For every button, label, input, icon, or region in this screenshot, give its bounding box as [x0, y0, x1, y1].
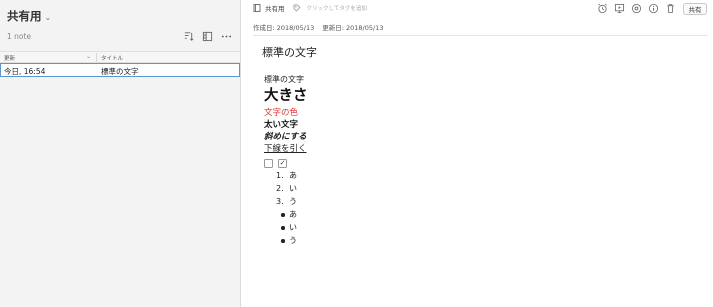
ordered-list: 1. あ 2. い 3. う	[264, 169, 564, 208]
note-notebook-label[interactable]: 共有用	[265, 3, 285, 13]
at-icon[interactable]	[631, 3, 642, 14]
list-item[interactable]: う	[264, 234, 564, 247]
list-item[interactable]: あ	[264, 208, 564, 221]
trash-icon[interactable]	[665, 3, 676, 14]
text-colored[interactable]: 文字の色	[264, 108, 564, 119]
text-italic[interactable]: 斜めにする	[264, 131, 564, 143]
list-item-text: い	[289, 223, 297, 232]
column-updated[interactable]: 更新	[4, 54, 15, 62]
list-item-text: う	[289, 197, 297, 206]
note-row-title: 標準の文字	[101, 66, 139, 76]
column-divider[interactable]	[96, 53, 97, 62]
created-date: 作成日: 2018/05/13	[253, 24, 315, 32]
chevron-down-icon: ⌄	[44, 12, 52, 22]
text-normal[interactable]: 標準の文字	[264, 75, 564, 85]
bullet-icon	[281, 213, 285, 217]
bullet-icon	[281, 239, 285, 243]
note-dates: 作成日: 2018/05/13 更新日: 2018/05/13	[253, 22, 383, 32]
note-title[interactable]: 標準の文字	[262, 44, 317, 60]
alarm-icon[interactable]	[597, 3, 608, 14]
share-button[interactable]: 共有	[683, 3, 707, 15]
notebook-title-label: 共有用	[7, 9, 42, 23]
more-icon[interactable]	[220, 30, 232, 42]
note-header-bar: 共有用 クリックしてタグを追加	[253, 3, 367, 13]
note-row-updated: 今日, 16:54	[4, 66, 46, 76]
list-item-text: う	[289, 236, 297, 245]
text-underline[interactable]: 下線を引く	[264, 143, 564, 155]
notebook-icon	[253, 4, 261, 12]
list-item[interactable]: 3. う	[264, 195, 564, 208]
header-divider	[253, 35, 708, 36]
notebook-title[interactable]: 共有用 ⌄	[7, 8, 51, 24]
checkbox-row: ✓	[264, 157, 564, 169]
checkbox-unchecked[interactable]	[264, 158, 273, 168]
info-icon[interactable]	[648, 3, 659, 14]
note-list-panel: 共有用 ⌄ 1 note 更新 ⌄ タイトル 今日, 16:54 標準の文字	[0, 0, 241, 307]
list-item[interactable]: い	[264, 221, 564, 234]
list-number: 2.	[276, 184, 284, 193]
tag-input[interactable]: クリックしてタグを追加	[307, 4, 367, 12]
sort-chevron-icon[interactable]: ⌄	[86, 53, 91, 60]
view-options-icon[interactable]	[201, 30, 213, 42]
text-bold[interactable]: 太い文字	[264, 119, 564, 131]
note-count: 1 note	[7, 32, 32, 41]
note-row[interactable]: 今日, 16:54 標準の文字	[0, 63, 240, 77]
column-title[interactable]: タイトル	[101, 54, 123, 62]
text-large[interactable]: 大きさ	[264, 87, 564, 106]
note-toolbar	[597, 3, 676, 14]
note-body[interactable]: 標準の文字 大きさ 文字の色 太い文字 斜めにする 下線を引く ✓ 1. あ 2.…	[264, 75, 564, 247]
note-editor: 共有用 クリックしてタグを追加 共有 作成日: 2018/05/13 更新日: …	[241, 0, 713, 307]
tag-icon	[293, 4, 300, 12]
present-icon[interactable]	[614, 3, 625, 14]
updated-date: 更新日: 2018/05/13	[322, 24, 384, 32]
list-item-text: い	[289, 184, 297, 193]
list-item-text: あ	[289, 210, 297, 219]
list-number: 3.	[276, 197, 284, 206]
list-toolbar	[182, 30, 232, 42]
list-number: 1.	[276, 171, 284, 180]
sort-icon[interactable]	[182, 30, 194, 42]
list-item-text: あ	[289, 171, 297, 180]
checkbox-checked[interactable]: ✓	[278, 158, 287, 168]
list-item[interactable]: 1. あ	[264, 169, 564, 182]
bullet-icon	[281, 226, 285, 230]
list-item[interactable]: 2. い	[264, 182, 564, 195]
bullet-list: あ い う	[264, 208, 564, 247]
list-column-header: 更新 ⌄ タイトル	[0, 51, 240, 63]
